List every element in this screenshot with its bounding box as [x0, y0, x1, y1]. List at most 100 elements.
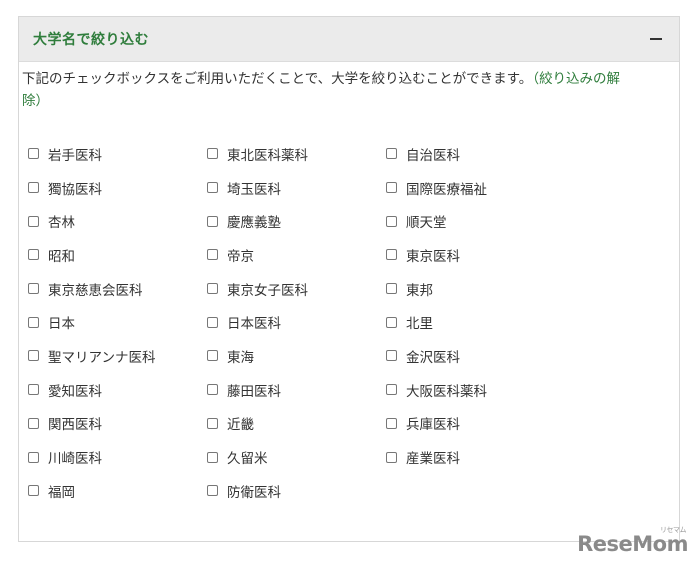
university-checkbox-item[interactable]: 福岡 — [28, 474, 207, 508]
university-checkbox-item[interactable]: 聖マリアンナ医科 — [28, 339, 207, 373]
university-checkbox-item[interactable]: 帝京 — [207, 238, 386, 272]
university-checkbox-item[interactable]: 東邦 — [386, 272, 565, 306]
university-name: 東海 — [227, 349, 254, 366]
university-checkbox-item[interactable]: 日本 — [28, 305, 207, 339]
checkbox[interactable] — [207, 384, 218, 396]
university-checkbox-item[interactable]: 自治医科 — [386, 137, 565, 171]
university-name: 獨協医科 — [48, 181, 102, 198]
university-checkbox-item[interactable]: 岩手医科 — [28, 137, 207, 171]
university-name: 東邦 — [406, 282, 433, 299]
checkbox[interactable] — [207, 485, 218, 497]
university-checkbox-item[interactable]: 東海 — [207, 339, 386, 373]
university-name: 藤田医科 — [227, 383, 281, 400]
checkbox[interactable] — [207, 215, 218, 227]
checkbox[interactable] — [28, 148, 39, 160]
university-checkbox-item[interactable]: 大阪医科薬科 — [386, 373, 565, 407]
university-checkbox-item[interactable]: 北里 — [386, 305, 565, 339]
university-checkbox-item[interactable]: 埼玉医科 — [207, 171, 386, 205]
university-name: 慶應義塾 — [227, 215, 281, 232]
university-name: 日本 — [48, 316, 75, 333]
university-name: 順天堂 — [406, 215, 447, 232]
checkbox[interactable] — [207, 350, 218, 362]
university-checkbox-item[interactable]: 川崎医科 — [28, 440, 207, 474]
university-checkbox-item[interactable]: 杏林 — [28, 204, 207, 238]
university-name: 聖マリアンナ医科 — [48, 349, 156, 366]
university-name: 岩手医科 — [48, 147, 102, 164]
university-name: 昭和 — [48, 248, 75, 265]
checkbox[interactable] — [207, 148, 218, 160]
university-checkbox-item[interactable]: 昭和 — [28, 238, 207, 272]
university-name: 金沢医科 — [406, 349, 460, 366]
checkbox[interactable] — [386, 417, 397, 429]
university-checkbox-grid: 岩手医科 東北医科薬科 自治医科獨協医科 埼玉医科 国際医療福祉杏林 慶應義塾 順天堂昭和 帝… — [28, 137, 565, 508]
filter-header[interactable]: 大学名で絞り込む — [19, 17, 679, 62]
checkbox[interactable] — [207, 417, 218, 429]
minus-icon[interactable] — [647, 30, 665, 48]
checkbox[interactable] — [28, 485, 39, 497]
university-checkbox-item[interactable]: 近畿 — [207, 407, 386, 441]
university-checkbox-item[interactable]: 日本医科 — [207, 305, 386, 339]
checkbox[interactable] — [207, 283, 218, 295]
university-name: 東北医科薬科 — [227, 147, 308, 164]
checkbox[interactable] — [386, 350, 397, 362]
university-checkbox-item[interactable]: 久留米 — [207, 440, 386, 474]
checkbox[interactable] — [28, 350, 39, 362]
checkbox[interactable] — [386, 215, 397, 227]
university-checkbox-item[interactable]: 慶應義塾 — [207, 204, 386, 238]
checkbox[interactable] — [207, 182, 218, 194]
university-name: 大阪医科薬科 — [406, 383, 487, 400]
empty-cell — [386, 474, 565, 508]
checkbox[interactable] — [386, 283, 397, 295]
checkbox[interactable] — [386, 451, 397, 463]
checkbox[interactable] — [28, 249, 39, 261]
university-name: 関西医科 — [48, 417, 102, 434]
university-checkbox-item[interactable]: 関西医科 — [28, 407, 207, 441]
checkbox[interactable] — [386, 384, 397, 396]
checkbox[interactable] — [28, 283, 39, 295]
university-name: 日本医科 — [227, 316, 281, 333]
checkbox[interactable] — [386, 316, 397, 328]
university-name: 埼玉医科 — [227, 181, 281, 198]
university-checkbox-item[interactable]: 国際医療福祉 — [386, 171, 565, 205]
description-text: 下記のチェックボックスをご利用いただくことで、大学を絞り込むことができます。 — [22, 71, 533, 87]
university-checkbox-item[interactable]: 東京医科 — [386, 238, 565, 272]
checkbox[interactable] — [28, 182, 39, 194]
university-name: 久留米 — [227, 451, 268, 468]
university-name: 東京医科 — [406, 248, 460, 265]
university-checkbox-item[interactable]: 金沢医科 — [386, 339, 565, 373]
university-name: 川崎医科 — [48, 451, 102, 468]
checkbox[interactable] — [386, 182, 397, 194]
university-name: 防衛医科 — [227, 484, 281, 501]
university-name: 東京女子医科 — [227, 282, 308, 299]
checkbox[interactable] — [28, 215, 39, 227]
university-checkbox-item[interactable]: 産業医科 — [386, 440, 565, 474]
checkbox[interactable] — [28, 417, 39, 429]
university-checkbox-item[interactable]: 防衛医科 — [207, 474, 386, 508]
university-name: 兵庫医科 — [406, 417, 460, 434]
checkbox[interactable] — [28, 384, 39, 396]
checkbox[interactable] — [207, 451, 218, 463]
university-checkbox-item[interactable]: 東北医科薬科 — [207, 137, 386, 171]
checkbox[interactable] — [207, 316, 218, 328]
university-checkbox-item[interactable]: 獨協医科 — [28, 171, 207, 205]
university-name: 近畿 — [227, 417, 254, 434]
university-name: 東京慈恵会医科 — [48, 282, 143, 299]
checkbox[interactable] — [386, 249, 397, 261]
university-name: 国際医療福祉 — [406, 181, 487, 198]
university-name: 福岡 — [48, 484, 75, 501]
filter-description: 下記のチェックボックスをご利用いただくことで、大学を絞り込むことができます。（絞… — [22, 68, 642, 112]
checkbox[interactable] — [28, 316, 39, 328]
university-checkbox-item[interactable]: 順天堂 — [386, 204, 565, 238]
university-checkbox-item[interactable]: 愛知医科 — [28, 373, 207, 407]
university-checkbox-item[interactable]: 兵庫医科 — [386, 407, 565, 441]
university-name: 産業医科 — [406, 451, 460, 468]
checkbox[interactable] — [28, 451, 39, 463]
checkbox[interactable] — [386, 148, 397, 160]
checkbox[interactable] — [207, 249, 218, 261]
university-checkbox-item[interactable]: 藤田医科 — [207, 373, 386, 407]
university-name: 北里 — [406, 316, 433, 333]
university-checkbox-item[interactable]: 東京慈恵会医科 — [28, 272, 207, 306]
university-name: 自治医科 — [406, 147, 460, 164]
university-name: 帝京 — [227, 248, 254, 265]
university-checkbox-item[interactable]: 東京女子医科 — [207, 272, 386, 306]
